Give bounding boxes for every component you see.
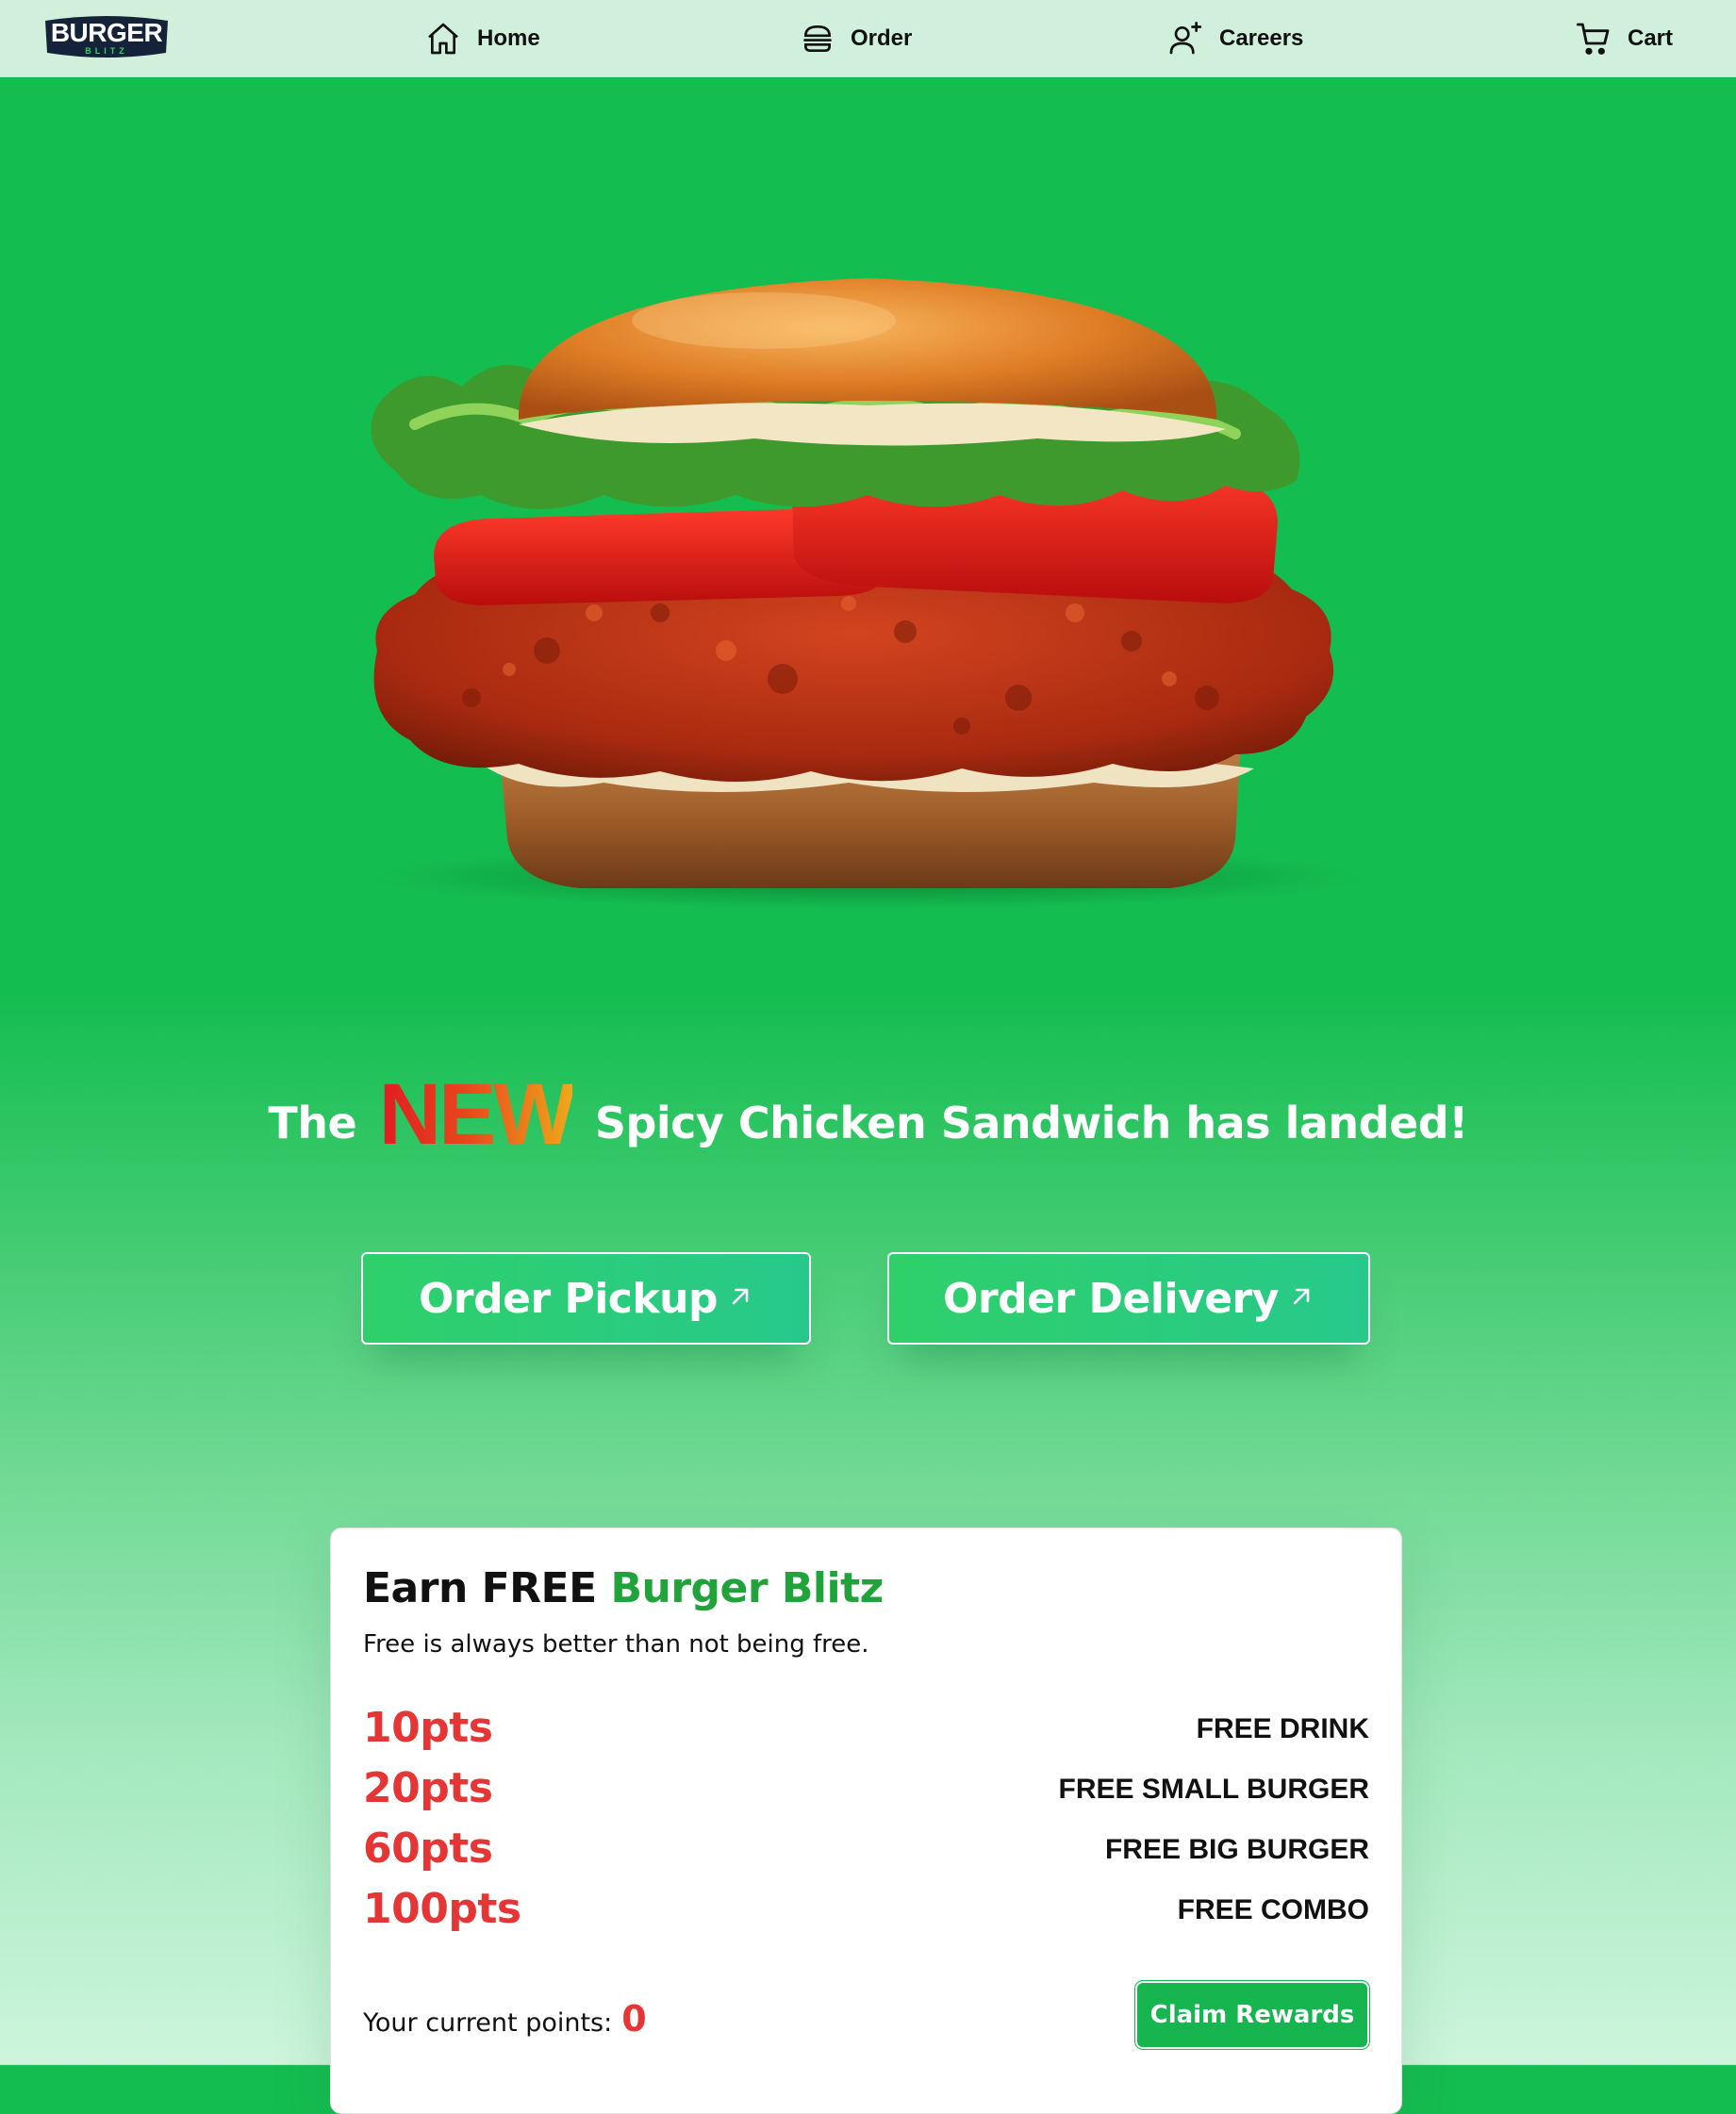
reward-tier-name: FREE SMALL BURGER: [1058, 1774, 1369, 1805]
reward-tier-row: 60pts FREE BIG BURGER: [363, 1825, 1369, 1881]
cart-icon: [1575, 20, 1612, 58]
nav-careers[interactable]: Careers: [1166, 0, 1303, 76]
current-points-label: Your current points:: [363, 2008, 613, 2038]
order-pickup-label: Order Pickup: [419, 1274, 718, 1323]
reward-tier-name: FREE BIG BURGER: [1104, 1834, 1369, 1865]
current-points: Your current points: 0: [363, 1998, 647, 2040]
logo-mark: BURGER BLITZ: [45, 16, 168, 58]
order-delivery-button[interactable]: Order Delivery: [887, 1252, 1370, 1345]
nav-order[interactable]: Order: [800, 0, 912, 76]
reward-tier-row: 100pts FREE COMBO: [363, 1885, 1369, 1941]
nav-home[interactable]: Home: [424, 0, 540, 76]
burger-icon: [800, 21, 835, 57]
reward-tier-points: 100pts: [363, 1885, 521, 1933]
headline-pre: The: [268, 1098, 357, 1148]
top-nav: BURGER BLITZ Home Order Careers Cart: [0, 0, 1736, 77]
rewards-subtitle: Free is always better than not being fre…: [363, 1630, 869, 1659]
reward-tier-row: 20pts FREE SMALL BURGER: [363, 1764, 1369, 1821]
nav-careers-label: Careers: [1219, 25, 1304, 51]
rewards-title-brand: Burger Blitz: [610, 1564, 884, 1612]
reward-tier-points: 60pts: [363, 1825, 493, 1873]
rewards-title: Earn FREE Burger Blitz: [363, 1564, 884, 1612]
headline-new-badge: NEW: [378, 1066, 576, 1163]
nav-home-label: Home: [477, 25, 540, 51]
reward-tier-points: 10pts: [363, 1704, 493, 1752]
headline-post: Spicy Chicken Sandwich has landed!: [594, 1098, 1468, 1148]
reward-tier-points: 20pts: [363, 1764, 493, 1812]
order-pickup-button[interactable]: Order Pickup: [361, 1252, 811, 1345]
svg-text:BLITZ: BLITZ: [85, 46, 128, 56]
add-user-icon: [1166, 20, 1204, 58]
rewards-title-pre: Earn FREE: [363, 1564, 597, 1612]
rewards-card: Earn FREE Burger Blitz Free is always be…: [330, 1528, 1402, 2114]
home-icon: [424, 20, 462, 58]
reward-tier-name: FREE DRINK: [1196, 1713, 1369, 1744]
arrow-up-right-icon: [1288, 1283, 1314, 1314]
reward-tier-row: 10pts FREE DRINK: [363, 1704, 1369, 1760]
burger-blitz-logo[interactable]: BURGER BLITZ: [40, 13, 174, 60]
claim-rewards-button[interactable]: Claim Rewards: [1135, 1981, 1369, 2049]
reward-tier-name: FREE COMBO: [1177, 1894, 1369, 1925]
hero-headline: The NEW Spicy Chicken Sandwich has lande…: [0, 1065, 1736, 1164]
nav-cart[interactable]: Cart: [1575, 0, 1673, 76]
nav-cart-label: Cart: [1628, 25, 1674, 51]
order-delivery-label: Order Delivery: [943, 1274, 1279, 1323]
current-points-value: 0: [621, 1998, 647, 2040]
nav-order-label: Order: [851, 25, 913, 51]
svg-text:BURGER: BURGER: [51, 18, 163, 47]
hero-sandwich-image: [358, 255, 1377, 933]
arrow-up-right-icon: [727, 1283, 753, 1314]
